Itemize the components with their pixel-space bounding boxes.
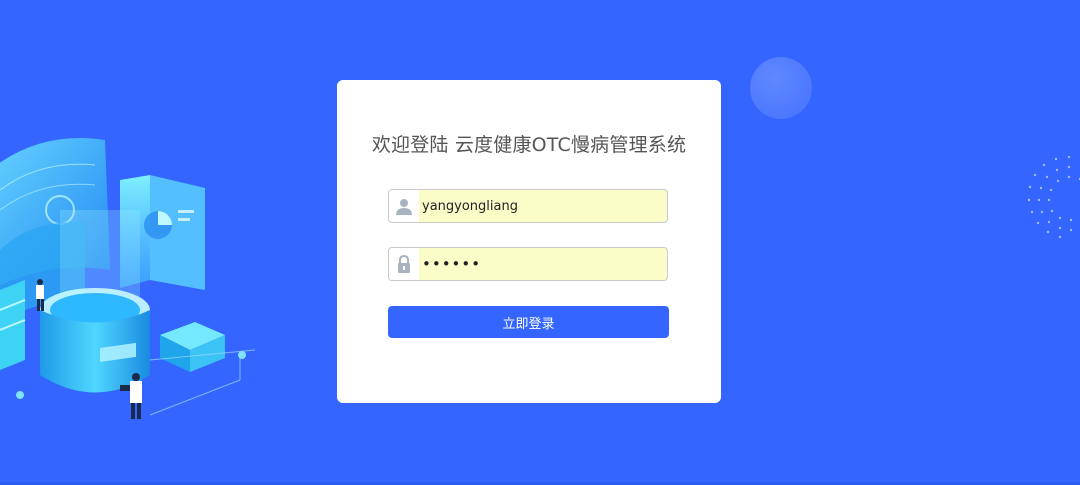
data-center-illustration — [0, 138, 256, 419]
decorative-circle — [750, 57, 812, 119]
username-input[interactable] — [420, 190, 662, 222]
lock-icon — [389, 248, 419, 280]
user-icon — [389, 190, 419, 222]
decorative-dot-ring — [1027, 155, 1080, 239]
username-field[interactable] — [388, 189, 668, 223]
password-input[interactable] — [420, 248, 662, 280]
page-title: 欢迎登陆 云度健康OTC慢病管理系统 — [371, 134, 687, 156]
login-button[interactable]: 立即登录 — [388, 306, 669, 338]
login-card: 欢迎登陆 云度健康OTC慢病管理系统 立即登录 — [337, 80, 721, 403]
password-field[interactable] — [388, 247, 668, 281]
